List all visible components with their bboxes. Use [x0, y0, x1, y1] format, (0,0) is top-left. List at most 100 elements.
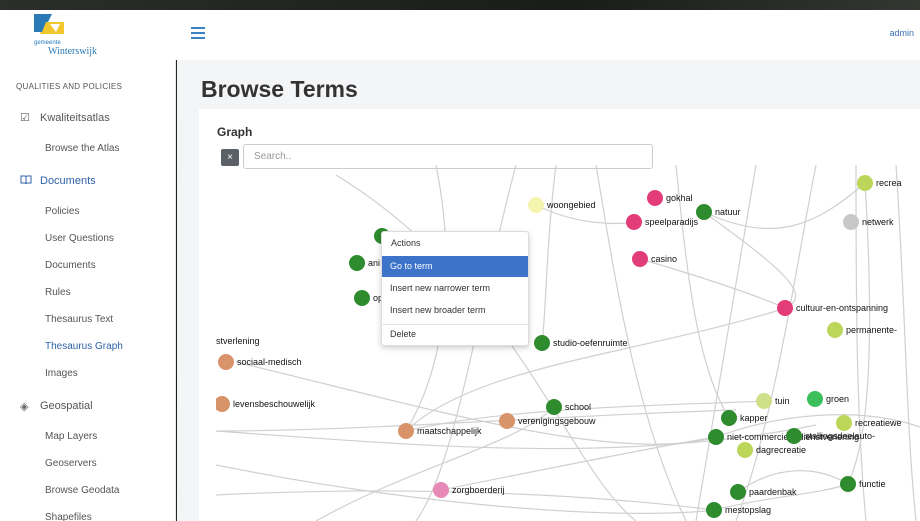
graph-node-circle[interactable] [756, 393, 772, 409]
graph-node-label: zorgboerderij [452, 485, 505, 495]
graph-node[interactable]: dagrecreatie [737, 442, 806, 458]
graph-node-circle[interactable] [807, 391, 823, 407]
graph-heading: Graph [217, 125, 253, 139]
sidebar-section-title: QUALITIES AND POLICIES [16, 82, 123, 91]
graph-node-circle[interactable] [216, 396, 230, 412]
graph-node-circle[interactable] [632, 251, 648, 267]
sidebar-item-user-questions[interactable]: User Questions [45, 233, 114, 244]
graph-node[interactable]: casino [632, 251, 677, 267]
menu-item-go-to-term[interactable]: Go to term [382, 256, 528, 277]
sidebar-item-geoservers[interactable]: Geoservers [45, 458, 97, 469]
graph-node[interactable]: netwerk [843, 214, 894, 230]
graph-node-circle[interactable] [696, 204, 712, 220]
graph-node-label: permanente- [846, 325, 897, 335]
menu-item-insert-broader-term[interactable]: Insert new broader term [382, 300, 528, 321]
context-menu: Actions Go to term Insert new narrower t… [381, 231, 529, 346]
graph-node[interactable]: studio-oefenruimte [534, 335, 628, 351]
graph-node-circle[interactable] [827, 322, 843, 338]
graph-node[interactable]: paardenbak [730, 484, 797, 500]
sidebar-item-geospatial[interactable]: Geospatial [40, 400, 93, 412]
menu-item-delete[interactable]: Delete [382, 324, 528, 345]
graph-node-circle[interactable] [534, 335, 550, 351]
thesaurus-graph[interactable]: woongebied gokhal speelparadijs natuur casin… [216, 165, 920, 521]
graph-node-label: recrea [876, 178, 902, 188]
checkbox-icon: ☑ [20, 112, 30, 124]
graph-node[interactable]: recrea [857, 175, 902, 191]
graph-node-circle[interactable] [730, 484, 746, 500]
graph-edge [735, 165, 817, 521]
graph-node-circle[interactable] [499, 413, 515, 429]
graph-node-label: paardenbak [749, 487, 797, 497]
graph-node-circle[interactable] [398, 423, 414, 439]
graph-node-circle[interactable] [777, 300, 793, 316]
sidebar-item-map-layers[interactable]: Map Layers [45, 431, 97, 442]
graph-node-label: groen [826, 394, 849, 404]
clear-search-button[interactable]: × [221, 149, 239, 166]
sidebar-item-kwaliteitsatlas[interactable]: Kwaliteitsatlas [40, 112, 110, 124]
graph-edge [703, 182, 866, 230]
graph-node-label: sociaal-medisch [237, 357, 302, 367]
sidebar: QUALITIES AND POLICIES ☑ Kwaliteitsatlas… [0, 60, 176, 521]
graph-node-label: natuur [715, 207, 741, 217]
sidebar-item-browse-geodata[interactable]: Browse Geodata [45, 485, 120, 496]
graph-node[interactable]: woongebied [528, 197, 596, 213]
sidebar-item-documents-list[interactable]: Documents [45, 260, 96, 271]
graph-node-circle[interactable] [218, 354, 234, 370]
graph-node-circle[interactable] [836, 415, 852, 431]
graph-node[interactable]: maatschappelijk [398, 423, 482, 439]
graph-node-circle[interactable] [843, 214, 859, 230]
graph-node-circle[interactable] [840, 476, 856, 492]
context-menu-title: Actions [391, 238, 421, 248]
graph-node-label: casino [651, 254, 677, 264]
graph-node[interactable]: groen [807, 391, 849, 407]
graph-node[interactable]: tuin [756, 393, 790, 409]
graph-node-circle[interactable] [354, 290, 370, 306]
graph-node-circle[interactable] [706, 502, 722, 518]
graph-node-circle[interactable] [528, 197, 544, 213]
graph-node-label: stallingsdeelauto- [805, 431, 875, 441]
graph-node[interactable]: op [354, 290, 383, 306]
graph-node[interactable]: verenigingsgebouw [499, 413, 596, 429]
graph-node-label: tuin [775, 396, 790, 406]
graph-node-circle[interactable] [546, 399, 562, 415]
graph-edge [440, 436, 717, 491]
sidebar-item-thesaurus-text[interactable]: Thesaurus Text [45, 314, 113, 325]
graph-node-label: cultuur-en-ontspanning [796, 303, 888, 313]
graph-node-circle[interactable] [737, 442, 753, 458]
graph-node[interactable]: stverlening [216, 336, 260, 346]
graph-node-circle[interactable] [721, 410, 737, 426]
graph-node-circle[interactable] [786, 428, 802, 444]
graph-node-label: functie [859, 479, 886, 489]
graph-node-label: stverlening [216, 336, 260, 346]
graph-node[interactable]: speelparadijs [626, 214, 699, 230]
graph-node-circle[interactable] [626, 214, 642, 230]
graph-node-circle[interactable] [349, 255, 365, 271]
sidebar-item-browse-the-atlas[interactable]: Browse the Atlas [45, 143, 119, 154]
menu-item-insert-narrower-term[interactable]: Insert new narrower term [382, 278, 528, 299]
graph-node-circle[interactable] [433, 482, 449, 498]
graph-node[interactable]: permanente- [827, 322, 897, 338]
graph-node[interactable]: recreatiewe [836, 415, 902, 431]
graph-node[interactable]: levensbeschouwelijk [216, 396, 316, 412]
top-bar: gemeente Winterswijk admin [0, 10, 920, 60]
graph-node-circle[interactable] [647, 190, 663, 206]
menu-toggle-icon[interactable] [191, 27, 205, 39]
graph-node-circle[interactable] [708, 429, 724, 445]
graph-node[interactable]: functie [840, 476, 886, 492]
sidebar-item-rules[interactable]: Rules [45, 287, 71, 298]
graph-node[interactable]: gokhal [647, 190, 693, 206]
sidebar-item-images[interactable]: Images [45, 368, 78, 379]
sidebar-item-thesaurus-graph[interactable]: Thesaurus Graph [45, 341, 123, 352]
graph-node[interactable]: zorgboerderij [433, 482, 505, 498]
municipality-logo[interactable]: gemeente Winterswijk [16, 12, 97, 58]
sidebar-item-shapefiles[interactable]: Shapefiles [45, 512, 92, 521]
graph-node-label: gokhal [666, 193, 693, 203]
sidebar-item-documents[interactable]: Documents [40, 175, 96, 187]
graph-node-label: speelparadijs [645, 217, 699, 227]
graph-node[interactable]: school [546, 399, 591, 415]
graph-node[interactable]: ani [349, 255, 380, 271]
user-menu[interactable]: admin [889, 28, 914, 38]
graph-node-label: netwerk [862, 217, 894, 227]
graph-node-circle[interactable] [857, 175, 873, 191]
sidebar-item-policies[interactable]: Policies [45, 206, 79, 217]
